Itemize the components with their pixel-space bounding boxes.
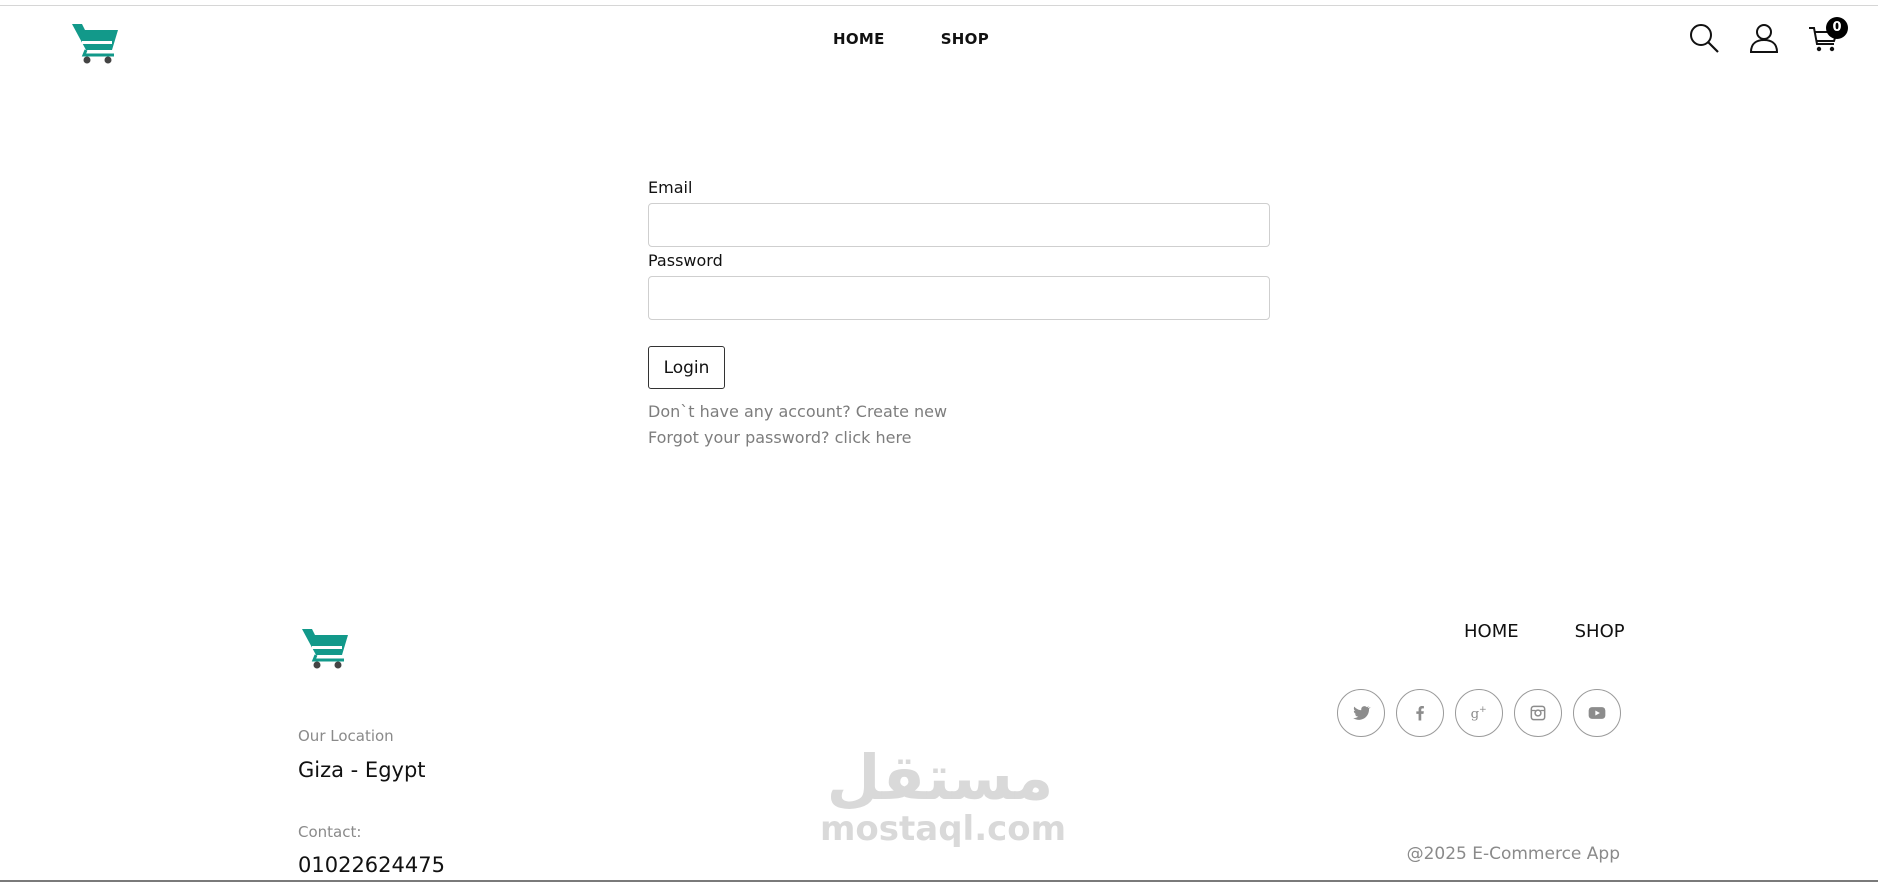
twitter-icon[interactable]: [1337, 689, 1385, 737]
email-field[interactable]: [648, 203, 1270, 247]
contact-label: Contact:: [298, 823, 362, 841]
google-plus-icon[interactable]: g +: [1455, 689, 1503, 737]
header-actions: 0: [1688, 17, 1848, 54]
contact-value: 01022624475: [298, 853, 445, 877]
cart-logo-icon[interactable]: [70, 20, 120, 64]
password-label: Password: [648, 251, 723, 270]
forgot-password-link[interactable]: Forgot your password? click here: [648, 428, 912, 447]
nav-shop-link[interactable]: SHOP: [941, 30, 989, 48]
email-label: Email: [648, 178, 693, 197]
watermark: مستقل mostaql.com: [820, 741, 1067, 849]
bottom-divider: [0, 880, 1878, 882]
search-icon[interactable]: [1688, 22, 1720, 54]
instagram-icon[interactable]: [1514, 689, 1562, 737]
youtube-icon[interactable]: [1573, 689, 1621, 737]
facebook-icon[interactable]: [1396, 689, 1444, 737]
header-nav: HOME SHOP: [833, 30, 989, 48]
copyright-text: @2025 E-Commerce App: [1406, 844, 1620, 864]
footer-shop-link[interactable]: SHOP: [1575, 621, 1625, 642]
svg-text:+: +: [1479, 704, 1487, 715]
footer-home-link[interactable]: HOME: [1464, 621, 1519, 642]
nav-home-link[interactable]: HOME: [833, 30, 885, 48]
login-form: Email Password Login Don`t have any acco…: [648, 178, 1270, 449]
cart-button[interactable]: 0: [1808, 17, 1848, 54]
watermark-arabic: مستقل: [826, 741, 1054, 814]
footer-cart-logo-icon[interactable]: [300, 625, 350, 669]
social-links: g +: [1337, 689, 1621, 737]
forgot-password-line: Forgot your password? click here: [648, 427, 1270, 449]
signup-link-line: Don`t have any account? Create new: [648, 401, 1270, 423]
create-account-link[interactable]: Don`t have any account? Create new: [648, 402, 947, 421]
login-button[interactable]: Login: [648, 346, 725, 389]
cart-count-badge: 0: [1826, 17, 1848, 39]
location-value: Giza - Egypt: [298, 758, 426, 782]
user-icon[interactable]: [1748, 22, 1780, 54]
location-label: Our Location: [298, 727, 394, 745]
top-divider: [0, 5, 1878, 6]
watermark-latin: mostaql.com: [820, 809, 1067, 849]
password-field[interactable]: [648, 276, 1270, 320]
footer-nav: HOME SHOP: [1464, 621, 1625, 642]
